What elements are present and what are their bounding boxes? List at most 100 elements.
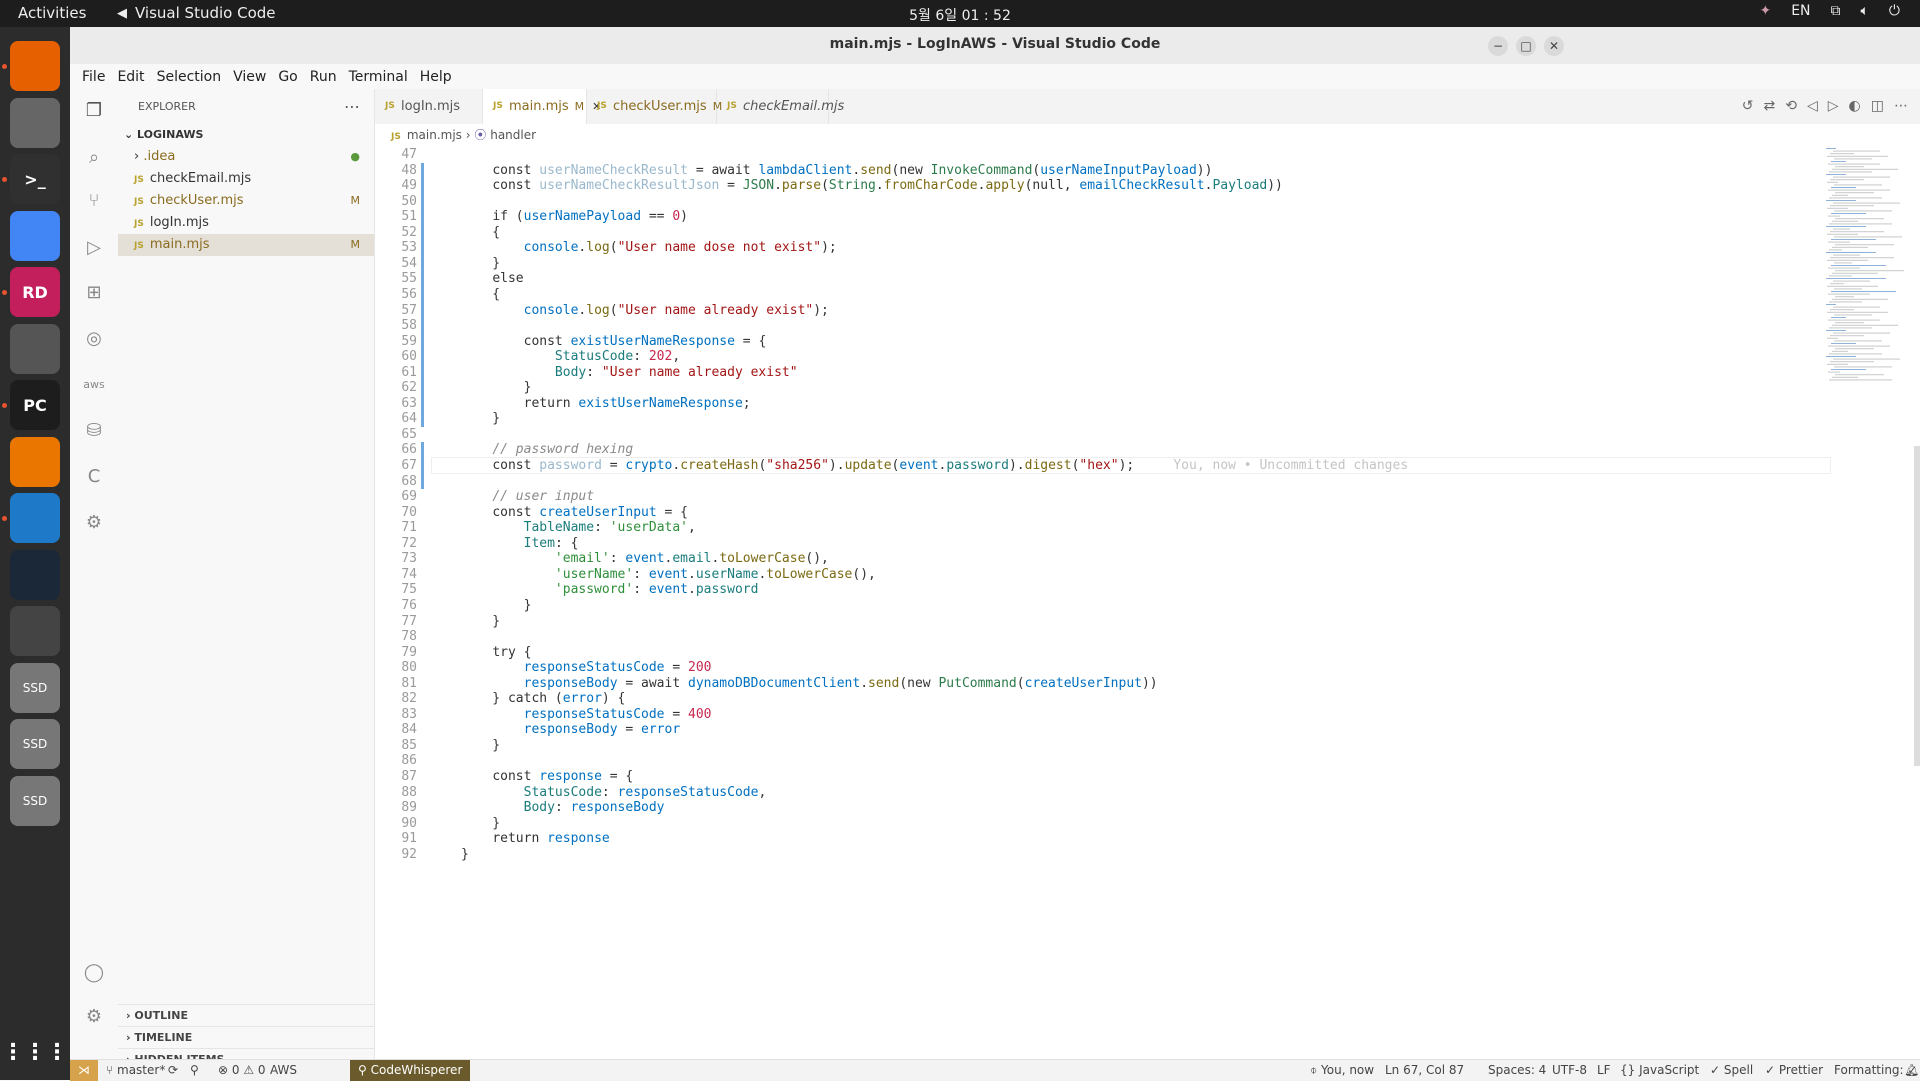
workspace-root[interactable]: ⌄ LOGINAWS bbox=[118, 124, 374, 146]
code-line[interactable]: const response = { bbox=[461, 769, 633, 784]
breadcrumb-symbol[interactable]: handler bbox=[490, 128, 536, 142]
compare-icon[interactable]: ⇄ bbox=[1764, 98, 1776, 114]
timeline-section[interactable]: › TIMELINE bbox=[118, 1026, 374, 1048]
code-line[interactable]: 'email': event.email.toLowerCase(), bbox=[461, 551, 829, 566]
menu-view[interactable]: View bbox=[227, 69, 272, 85]
code-line[interactable]: 'userName': event.userName.toLowerCase()… bbox=[461, 567, 876, 582]
code-line[interactable]: { bbox=[461, 225, 500, 240]
code-line[interactable]: StatusCode: 202, bbox=[461, 349, 680, 364]
aws-status[interactable]: AWS bbox=[270, 1063, 297, 1077]
tab-checkemail[interactable]: JS checkEmail.mjs bbox=[717, 89, 844, 124]
ssd-icon[interactable]: SSD bbox=[10, 775, 60, 826]
code-line[interactable]: } bbox=[461, 380, 532, 395]
tree-file[interactable]: JS checkEmail.mjs bbox=[118, 168, 374, 190]
menu-run[interactable]: Run bbox=[304, 69, 343, 85]
tree-file[interactable]: JS checkUser.mjs M bbox=[118, 190, 374, 212]
end-of-line[interactable]: LF bbox=[1597, 1063, 1611, 1077]
terminal-icon[interactable]: >_ bbox=[10, 154, 60, 204]
tab-checkuser[interactable]: JS checkUser.mjs M bbox=[587, 89, 722, 124]
history-icon[interactable]: ↺ bbox=[1742, 98, 1754, 114]
minimap[interactable] bbox=[1820, 146, 1920, 1059]
split-editor-icon[interactable]: ◫ bbox=[1871, 98, 1884, 114]
ssd-icon[interactable]: SSD bbox=[10, 662, 60, 713]
language-mode[interactable]: {} JavaScript bbox=[1620, 1063, 1699, 1077]
prettier-status[interactable]: ✓ Prettier bbox=[1765, 1063, 1823, 1077]
tab-main[interactable]: JS main.mjs M ✕ bbox=[483, 89, 601, 124]
code-line[interactable]: console.log("User name dose not exist"); bbox=[461, 240, 837, 255]
sync-icon[interactable]: ⟳ bbox=[168, 1063, 178, 1077]
codewhisperer-icon[interactable]: C bbox=[81, 463, 107, 489]
explorer-icon[interactable]: ❐ bbox=[81, 97, 107, 123]
blender-icon[interactable] bbox=[10, 436, 60, 487]
app-menu[interactable]: ◀ Visual Studio Code bbox=[117, 4, 276, 22]
code-line[interactable]: { bbox=[461, 287, 500, 302]
source-control-icon[interactable]: ⑂ bbox=[81, 187, 107, 213]
chrome-icon[interactable] bbox=[10, 210, 60, 261]
prev-change-icon[interactable]: ◁ bbox=[1807, 98, 1818, 114]
pycharm-icon[interactable]: PC bbox=[10, 380, 60, 430]
more-actions-icon[interactable]: ⋯ bbox=[344, 89, 360, 124]
show-apps-icon[interactable]: ⋮⋮⋮ bbox=[2, 1027, 68, 1077]
code-editor[interactable]: 47 48 const userNameCheckResult = await l… bbox=[375, 146, 1920, 1059]
code-line[interactable]: } bbox=[461, 816, 500, 831]
code-line[interactable]: } bbox=[461, 614, 500, 629]
account-icon[interactable]: ◯ bbox=[81, 959, 107, 985]
tab-login[interactable]: JS logIn.mjs bbox=[375, 89, 483, 124]
code-line[interactable]: else bbox=[461, 271, 523, 286]
code-line[interactable]: 'password': event.password bbox=[461, 582, 759, 597]
menu-terminal[interactable]: Terminal bbox=[343, 69, 414, 85]
code-line[interactable]: const userNameCheckResultJson = JSON.par… bbox=[461, 178, 1283, 193]
power-icon[interactable]: ⏻ bbox=[1889, 3, 1900, 19]
codewhisperer-status[interactable]: ⚲ CodeWhisperer bbox=[350, 1060, 471, 1081]
code-line[interactable]: } bbox=[461, 847, 469, 862]
code-line[interactable]: responseBody = await dynamoDBDocumentCli… bbox=[461, 676, 1158, 691]
encoding[interactable]: UTF-8 bbox=[1552, 1063, 1587, 1077]
git-graph-status-icon[interactable]: ⚲ bbox=[190, 1063, 199, 1077]
run-debug-icon[interactable]: ▷ bbox=[81, 234, 107, 260]
indentation[interactable]: Spaces: 4 bbox=[1488, 1063, 1546, 1077]
code-line[interactable]: StatusCode: responseStatusCode, bbox=[461, 785, 767, 800]
code-line[interactable]: return response bbox=[461, 831, 609, 846]
code-line[interactable]: if (userNamePayload == 0) bbox=[461, 209, 688, 224]
code-line[interactable]: // user input bbox=[461, 489, 594, 504]
code-line[interactable]: // password hexing bbox=[461, 442, 633, 457]
clock[interactable]: 5월 6일 01 : 52 bbox=[909, 8, 1011, 24]
network-icon[interactable]: ⧉ bbox=[1831, 3, 1841, 19]
code-line[interactable]: responseStatusCode = 200 bbox=[461, 660, 712, 675]
extensions-icon[interactable]: ⊞ bbox=[81, 279, 107, 305]
git-change-marker[interactable] bbox=[421, 442, 424, 490]
code-line[interactable]: responseStatusCode = 400 bbox=[461, 707, 712, 722]
code-line[interactable]: } bbox=[461, 738, 500, 753]
git-blame-status[interactable]: ⌽ You, now bbox=[1310, 1063, 1374, 1078]
language-indicator[interactable]: EN bbox=[1791, 3, 1810, 19]
menu-help[interactable]: Help bbox=[414, 69, 458, 85]
toggle-blame-icon[interactable]: ◐ bbox=[1849, 98, 1861, 114]
menu-file[interactable]: File bbox=[76, 69, 111, 85]
spell-check[interactable]: ✓ Spell bbox=[1710, 1063, 1753, 1077]
code-line[interactable]: console.log("User name already exist"); bbox=[461, 303, 829, 318]
code-line[interactable]: const password = crypto.createHash("sha2… bbox=[461, 458, 1408, 473]
outline-section[interactable]: › OUTLINE bbox=[118, 1004, 374, 1026]
code-line[interactable]: const createUserInput = { bbox=[461, 505, 688, 520]
next-change-icon[interactable]: ▷ bbox=[1828, 98, 1839, 114]
cursor-position[interactable]: Ln 67, Col 87 bbox=[1385, 1063, 1464, 1077]
code-line[interactable]: const existUserNameResponse = { bbox=[461, 334, 767, 349]
more-icon[interactable]: ⋯ bbox=[1894, 98, 1908, 114]
search-icon[interactable]: ⌕ bbox=[81, 144, 107, 170]
menu-go[interactable]: Go bbox=[272, 69, 303, 85]
git-graph-icon[interactable]: ◎ bbox=[81, 325, 107, 351]
maximize-button[interactable]: □ bbox=[1516, 36, 1536, 56]
files-icon[interactable] bbox=[10, 97, 60, 148]
aws-icon[interactable]: aws bbox=[81, 371, 107, 397]
volume-icon[interactable]: 🔈︎ bbox=[1861, 3, 1869, 19]
tree-file[interactable]: JS logIn.mjs bbox=[118, 212, 374, 234]
menu-selection[interactable]: Selection bbox=[151, 69, 228, 85]
remote-explorer-icon[interactable]: ⚙ bbox=[81, 509, 107, 535]
remote-indicator[interactable]: ⋊ bbox=[70, 1060, 98, 1081]
firefox-icon[interactable] bbox=[10, 41, 60, 91]
code-line[interactable]: responseBody = error bbox=[461, 722, 681, 737]
breadcrumb-file[interactable]: main.mjs bbox=[407, 128, 462, 142]
color-icon[interactable]: ✦ bbox=[1759, 3, 1771, 19]
code-line[interactable]: } bbox=[461, 256, 500, 271]
git-branch[interactable]: ⑂ master* bbox=[106, 1063, 165, 1077]
